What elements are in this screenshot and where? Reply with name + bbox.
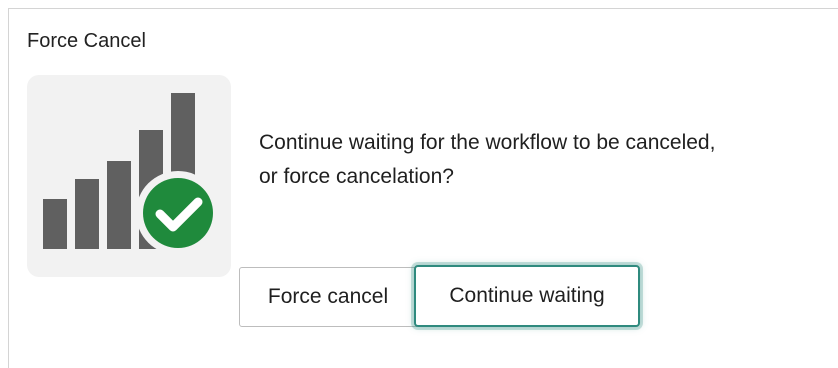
dialog-message: Continue waiting for the workflow to be … — [259, 126, 819, 194]
bar-1 — [43, 199, 67, 249]
message-line-2: or force cancelation? — [259, 165, 454, 188]
force-cancel-dialog: Force Cancel Continue waiting for the wo… — [8, 8, 838, 368]
workflow-illustration — [27, 75, 231, 277]
check-badge — [143, 178, 213, 248]
bar-3 — [107, 161, 131, 249]
message-line-1: Continue waiting for the workflow to be … — [259, 131, 716, 154]
bar-chart-with-check-icon — [43, 93, 220, 255]
bar-2 — [75, 179, 99, 249]
force-cancel-button[interactable]: Force cancel — [239, 267, 417, 327]
dialog-title: Force Cancel — [27, 30, 146, 52]
continue-waiting-button[interactable]: Continue waiting — [414, 265, 640, 327]
